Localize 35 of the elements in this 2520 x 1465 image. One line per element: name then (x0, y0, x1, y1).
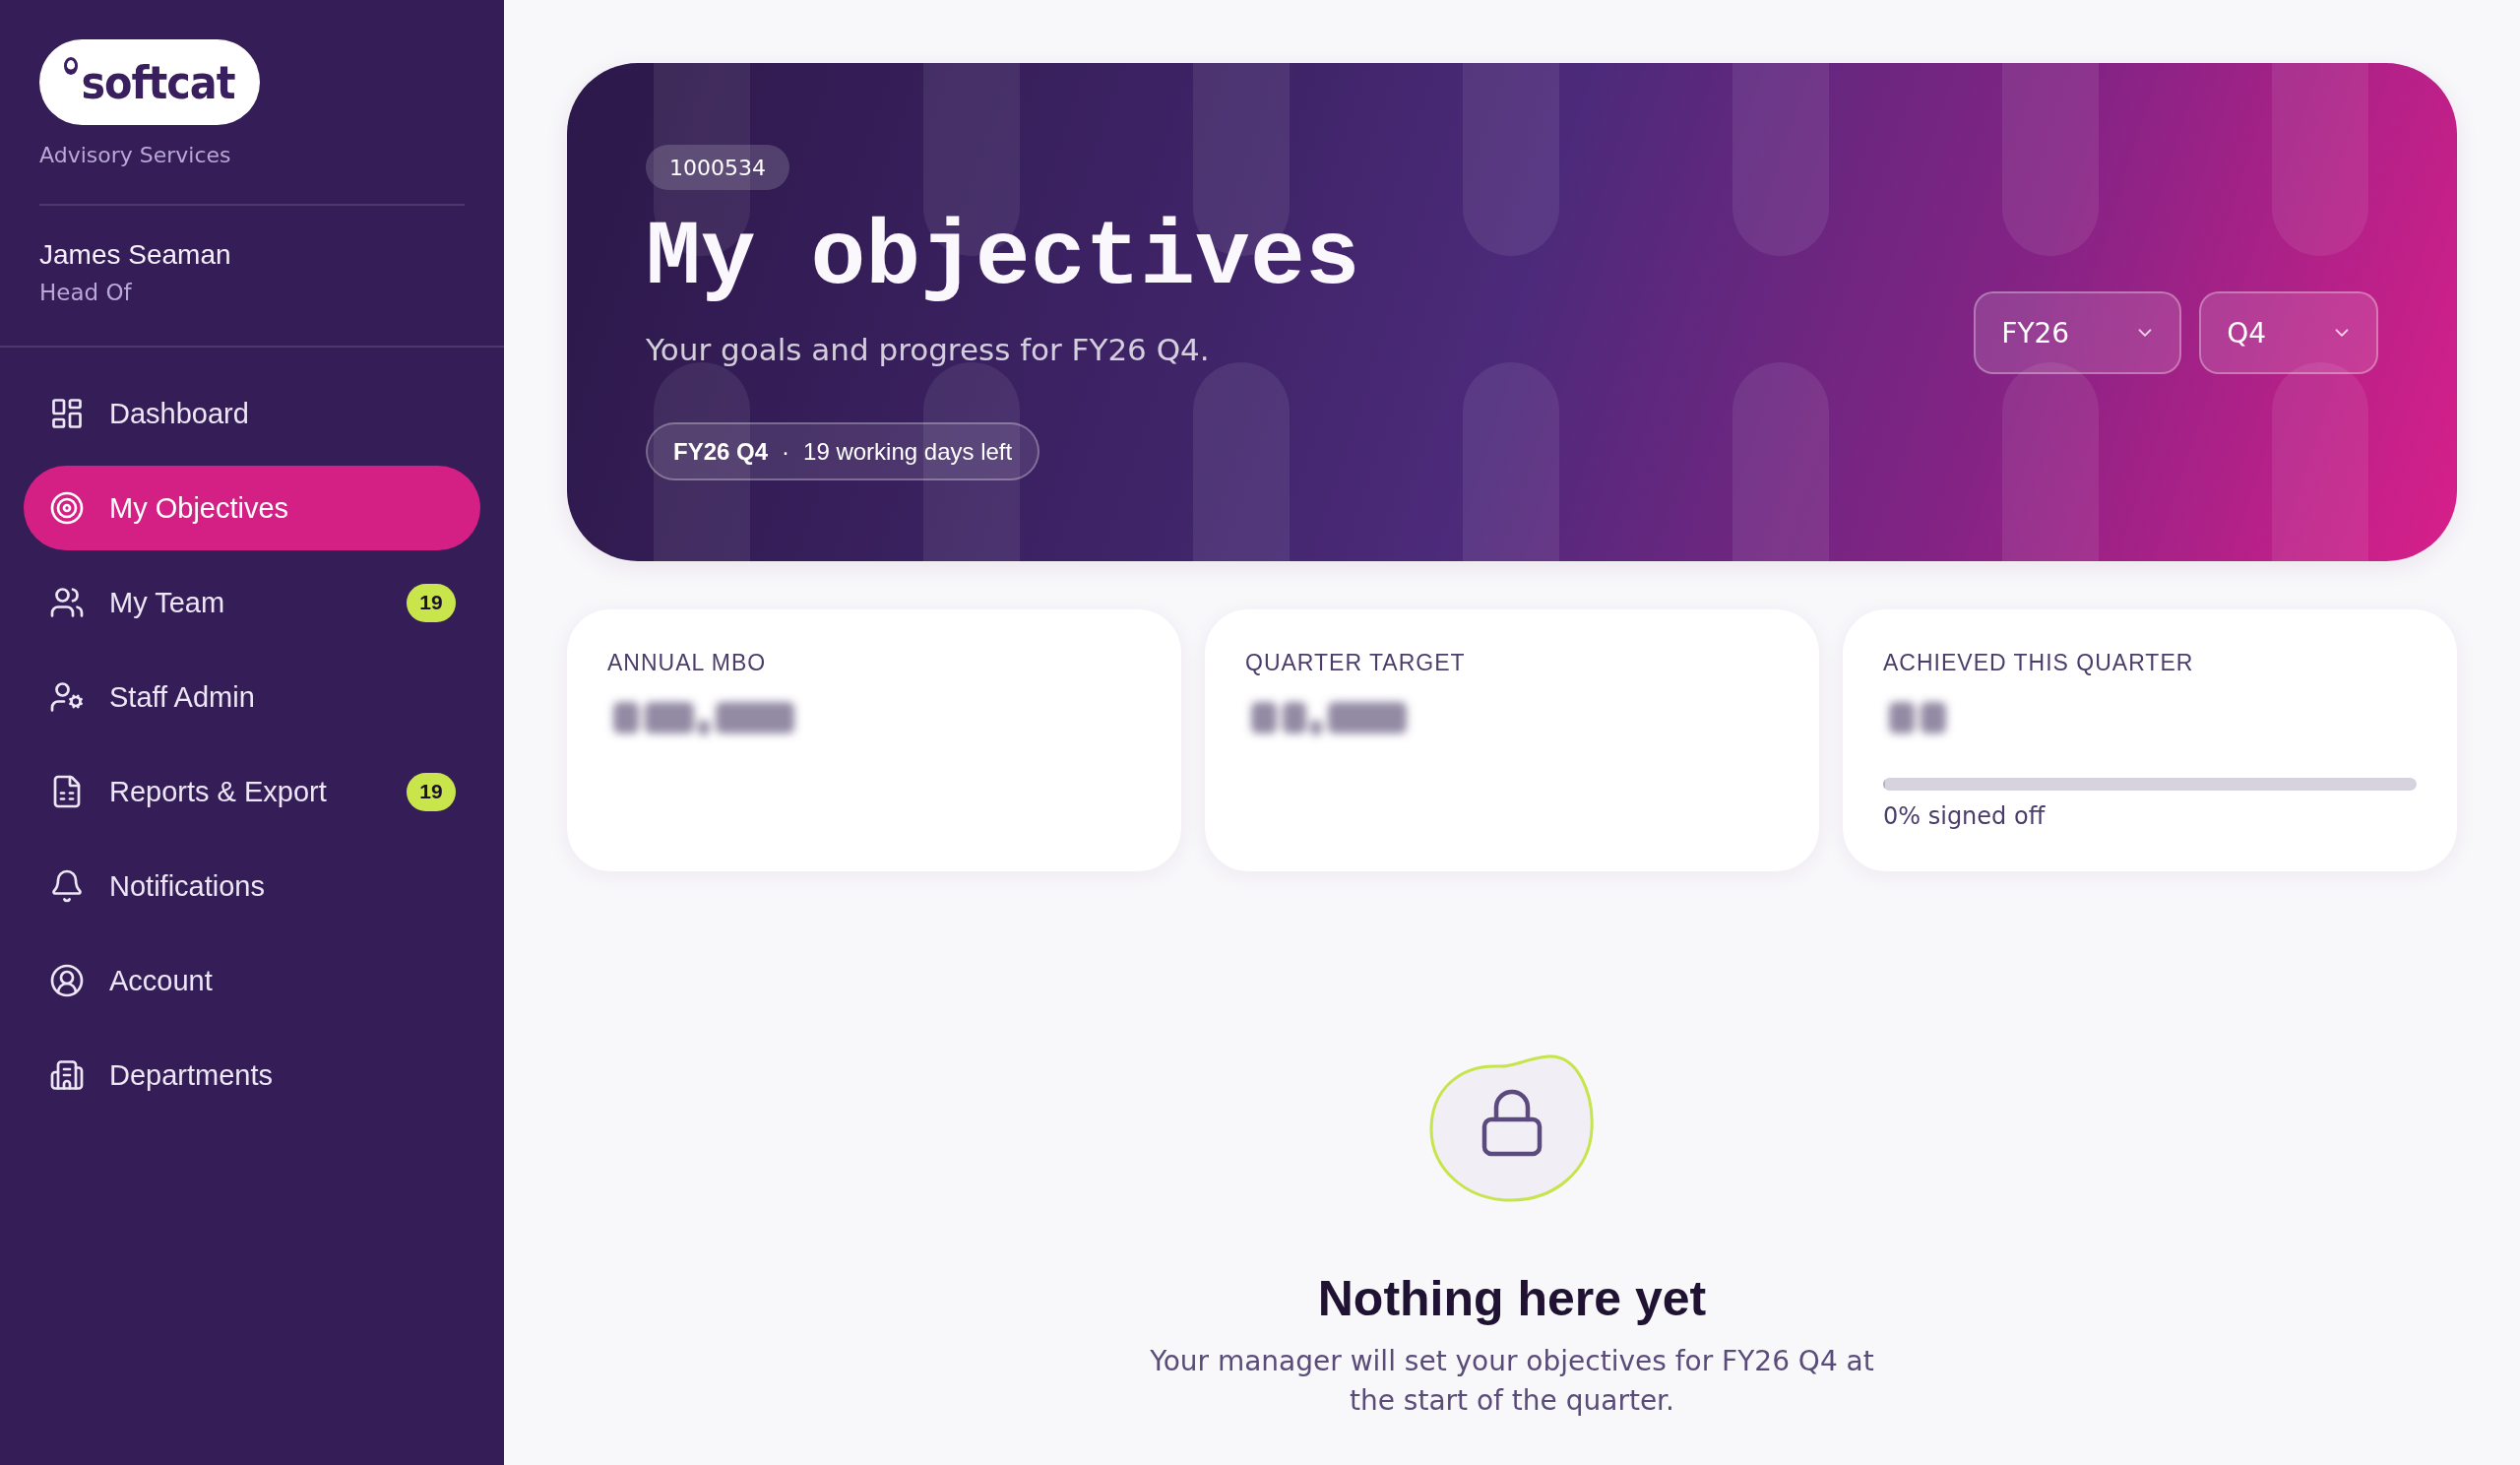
nav-item[interactable]: Departments (24, 1033, 480, 1117)
nav-item[interactable]: Account (24, 938, 480, 1023)
page-subtitle: Your goals and progress for FY26 Q4. (646, 331, 1210, 369)
dashboard-grid-icon (49, 396, 85, 431)
user-gear-icon (49, 679, 85, 715)
empty-state-message: Your manager will set your objectives for FY26 Q4 at the start of the quarter. (1149, 1344, 1875, 1419)
target-icon (49, 490, 85, 526)
nav-item[interactable]: Reports & Export 19 (24, 749, 480, 834)
stat-label: ANNUAL MBO (607, 649, 767, 676)
logo-mark-icon (64, 57, 79, 75)
people-icon (49, 585, 85, 620)
stat-label: ACHIEVED THIS QUARTER (1883, 649, 2194, 676)
nav-item[interactable]: My Objectives (24, 466, 480, 550)
page-title: My objectives (646, 208, 1360, 310)
sidebar-tagline: Advisory Services (39, 143, 231, 168)
nav-item[interactable]: Notifications (24, 844, 480, 928)
user-circle-icon (49, 963, 85, 998)
user-role: Head Of (39, 279, 132, 306)
period-chip: FY26 Q4 · 19 working days left (646, 422, 1040, 480)
bell-icon (49, 868, 85, 904)
filter-dropdown[interactable]: FY26 (1974, 291, 2182, 374)
logo-wordmark: softcat (81, 59, 235, 105)
nav-item[interactable]: Staff Admin (24, 655, 480, 739)
user-name: James Seaman (39, 239, 231, 271)
building-icon (49, 1057, 85, 1093)
nav-item[interactable]: My Team 19 (24, 560, 480, 645)
id-badge: 1000534 (646, 145, 789, 190)
empty-state-title: Nothing here yet (1317, 1270, 1707, 1328)
filter-dropdown[interactable]: Q4 (2199, 291, 2378, 374)
lock-icon (1428, 1054, 1596, 1202)
stat-label: QUARTER TARGET (1245, 649, 1466, 676)
count-badge: 19 (407, 772, 456, 811)
nav-item[interactable]: Dashboard (24, 371, 480, 456)
progress-caption: 0% signed off (1883, 801, 2046, 831)
count-badge: 19 (407, 583, 456, 622)
